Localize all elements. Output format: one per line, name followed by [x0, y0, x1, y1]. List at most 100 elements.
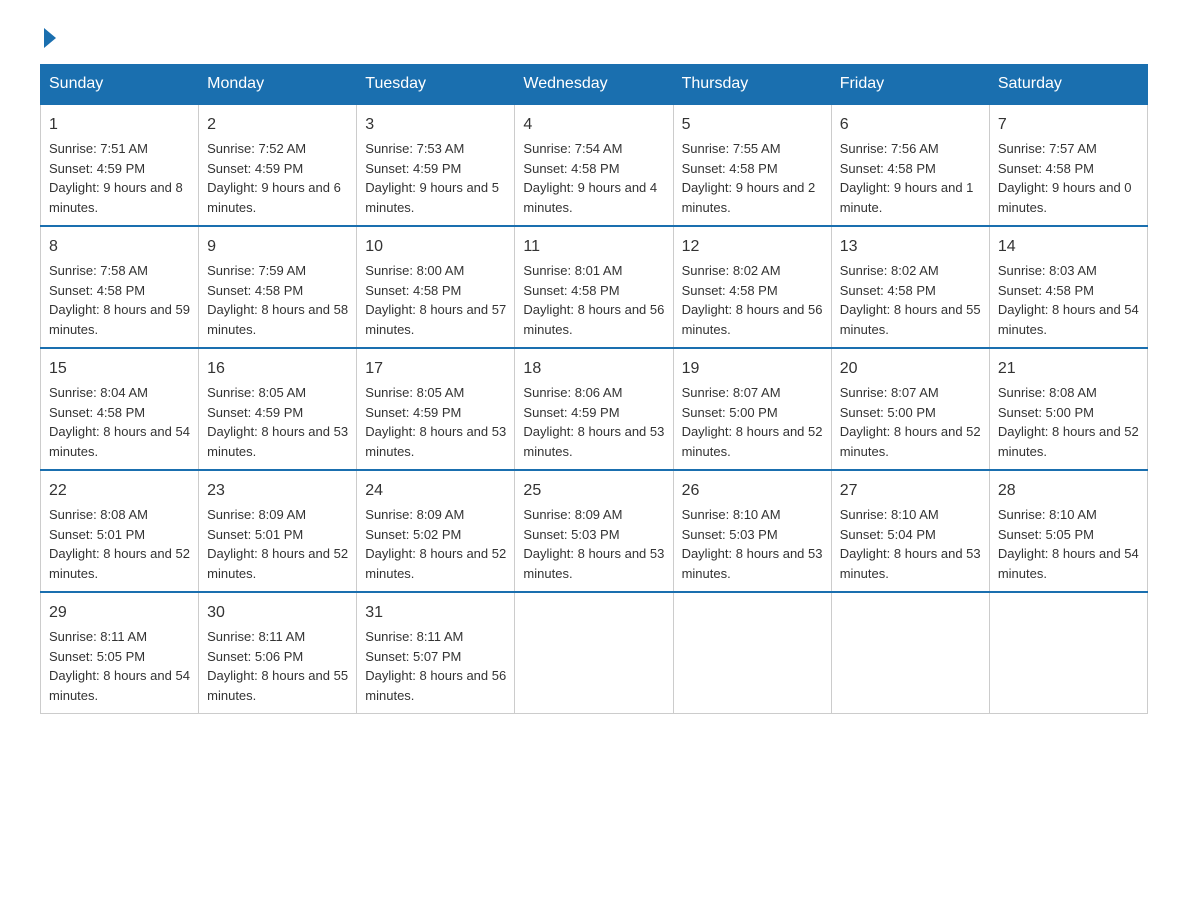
day-number: 16 [207, 357, 348, 381]
calendar-cell [831, 592, 989, 714]
calendar-cell [515, 592, 673, 714]
day-number: 29 [49, 601, 190, 625]
column-header-sunday: Sunday [41, 65, 199, 105]
day-number: 6 [840, 113, 981, 137]
calendar-cell: 18 Sunrise: 8:06 AMSunset: 4:59 PMDaylig… [515, 348, 673, 470]
calendar-cell: 12 Sunrise: 8:02 AMSunset: 4:58 PMDaylig… [673, 226, 831, 348]
calendar-cell: 21 Sunrise: 8:08 AMSunset: 5:00 PMDaylig… [989, 348, 1147, 470]
day-info: Sunrise: 7:57 AMSunset: 4:58 PMDaylight:… [998, 141, 1132, 215]
day-info: Sunrise: 7:54 AMSunset: 4:58 PMDaylight:… [523, 141, 657, 215]
day-number: 3 [365, 113, 506, 137]
day-number: 24 [365, 479, 506, 503]
day-info: Sunrise: 8:05 AMSunset: 4:59 PMDaylight:… [365, 385, 506, 459]
calendar-cell: 16 Sunrise: 8:05 AMSunset: 4:59 PMDaylig… [199, 348, 357, 470]
day-info: Sunrise: 8:02 AMSunset: 4:58 PMDaylight:… [840, 263, 981, 337]
day-info: Sunrise: 7:53 AMSunset: 4:59 PMDaylight:… [365, 141, 499, 215]
column-header-tuesday: Tuesday [357, 65, 515, 105]
day-info: Sunrise: 7:59 AMSunset: 4:58 PMDaylight:… [207, 263, 348, 337]
day-number: 11 [523, 235, 664, 259]
day-info: Sunrise: 8:09 AMSunset: 5:01 PMDaylight:… [207, 507, 348, 581]
calendar-cell: 24 Sunrise: 8:09 AMSunset: 5:02 PMDaylig… [357, 470, 515, 592]
day-info: Sunrise: 8:11 AMSunset: 5:07 PMDaylight:… [365, 629, 506, 703]
day-number: 26 [682, 479, 823, 503]
calendar-week-3: 15 Sunrise: 8:04 AMSunset: 4:58 PMDaylig… [41, 348, 1148, 470]
day-number: 31 [365, 601, 506, 625]
day-number: 5 [682, 113, 823, 137]
day-info: Sunrise: 8:03 AMSunset: 4:58 PMDaylight:… [998, 263, 1139, 337]
day-number: 18 [523, 357, 664, 381]
day-info: Sunrise: 7:56 AMSunset: 4:58 PMDaylight:… [840, 141, 974, 215]
column-header-wednesday: Wednesday [515, 65, 673, 105]
day-info: Sunrise: 7:58 AMSunset: 4:58 PMDaylight:… [49, 263, 190, 337]
day-number: 30 [207, 601, 348, 625]
calendar-cell: 15 Sunrise: 8:04 AMSunset: 4:58 PMDaylig… [41, 348, 199, 470]
calendar-body: 1 Sunrise: 7:51 AMSunset: 4:59 PMDayligh… [41, 104, 1148, 714]
calendar-cell: 17 Sunrise: 8:05 AMSunset: 4:59 PMDaylig… [357, 348, 515, 470]
calendar-cell: 19 Sunrise: 8:07 AMSunset: 5:00 PMDaylig… [673, 348, 831, 470]
day-number: 7 [998, 113, 1139, 137]
calendar-week-2: 8 Sunrise: 7:58 AMSunset: 4:58 PMDayligh… [41, 226, 1148, 348]
day-number: 1 [49, 113, 190, 137]
calendar-week-1: 1 Sunrise: 7:51 AMSunset: 4:59 PMDayligh… [41, 104, 1148, 226]
day-info: Sunrise: 8:09 AMSunset: 5:02 PMDaylight:… [365, 507, 506, 581]
day-info: Sunrise: 8:10 AMSunset: 5:03 PMDaylight:… [682, 507, 823, 581]
day-number: 13 [840, 235, 981, 259]
column-header-thursday: Thursday [673, 65, 831, 105]
calendar-cell [673, 592, 831, 714]
calendar-cell: 10 Sunrise: 8:00 AMSunset: 4:58 PMDaylig… [357, 226, 515, 348]
day-info: Sunrise: 8:04 AMSunset: 4:58 PMDaylight:… [49, 385, 190, 459]
calendar-cell: 29 Sunrise: 8:11 AMSunset: 5:05 PMDaylig… [41, 592, 199, 714]
day-info: Sunrise: 8:10 AMSunset: 5:04 PMDaylight:… [840, 507, 981, 581]
day-info: Sunrise: 8:05 AMSunset: 4:59 PMDaylight:… [207, 385, 348, 459]
day-number: 19 [682, 357, 823, 381]
day-number: 9 [207, 235, 348, 259]
calendar-cell: 25 Sunrise: 8:09 AMSunset: 5:03 PMDaylig… [515, 470, 673, 592]
day-info: Sunrise: 7:52 AMSunset: 4:59 PMDaylight:… [207, 141, 341, 215]
calendar-week-5: 29 Sunrise: 8:11 AMSunset: 5:05 PMDaylig… [41, 592, 1148, 714]
page-header [40, 30, 1148, 44]
calendar-cell: 9 Sunrise: 7:59 AMSunset: 4:58 PMDayligh… [199, 226, 357, 348]
calendar-cell: 4 Sunrise: 7:54 AMSunset: 4:58 PMDayligh… [515, 104, 673, 226]
calendar-cell [989, 592, 1147, 714]
day-number: 4 [523, 113, 664, 137]
day-info: Sunrise: 8:11 AMSunset: 5:06 PMDaylight:… [207, 629, 348, 703]
day-info: Sunrise: 8:09 AMSunset: 5:03 PMDaylight:… [523, 507, 664, 581]
day-number: 2 [207, 113, 348, 137]
calendar-cell: 22 Sunrise: 8:08 AMSunset: 5:01 PMDaylig… [41, 470, 199, 592]
day-number: 8 [49, 235, 190, 259]
day-info: Sunrise: 8:10 AMSunset: 5:05 PMDaylight:… [998, 507, 1139, 581]
calendar-cell: 13 Sunrise: 8:02 AMSunset: 4:58 PMDaylig… [831, 226, 989, 348]
day-number: 10 [365, 235, 506, 259]
calendar-cell: 2 Sunrise: 7:52 AMSunset: 4:59 PMDayligh… [199, 104, 357, 226]
day-info: Sunrise: 8:08 AMSunset: 5:00 PMDaylight:… [998, 385, 1139, 459]
calendar-cell: 8 Sunrise: 7:58 AMSunset: 4:58 PMDayligh… [41, 226, 199, 348]
day-info: Sunrise: 8:00 AMSunset: 4:58 PMDaylight:… [365, 263, 506, 337]
calendar-cell: 30 Sunrise: 8:11 AMSunset: 5:06 PMDaylig… [199, 592, 357, 714]
day-number: 15 [49, 357, 190, 381]
calendar-cell: 7 Sunrise: 7:57 AMSunset: 4:58 PMDayligh… [989, 104, 1147, 226]
day-number: 12 [682, 235, 823, 259]
logo [40, 30, 56, 44]
day-info: Sunrise: 8:06 AMSunset: 4:59 PMDaylight:… [523, 385, 664, 459]
column-header-monday: Monday [199, 65, 357, 105]
calendar-cell: 27 Sunrise: 8:10 AMSunset: 5:04 PMDaylig… [831, 470, 989, 592]
calendar-cell: 28 Sunrise: 8:10 AMSunset: 5:05 PMDaylig… [989, 470, 1147, 592]
day-number: 21 [998, 357, 1139, 381]
calendar-cell: 1 Sunrise: 7:51 AMSunset: 4:59 PMDayligh… [41, 104, 199, 226]
day-number: 23 [207, 479, 348, 503]
logo-arrow-icon [44, 28, 56, 48]
day-number: 17 [365, 357, 506, 381]
column-header-saturday: Saturday [989, 65, 1147, 105]
day-number: 27 [840, 479, 981, 503]
day-info: Sunrise: 8:02 AMSunset: 4:58 PMDaylight:… [682, 263, 823, 337]
calendar-table: SundayMondayTuesdayWednesdayThursdayFrid… [40, 64, 1148, 714]
calendar-cell: 11 Sunrise: 8:01 AMSunset: 4:58 PMDaylig… [515, 226, 673, 348]
column-header-friday: Friday [831, 65, 989, 105]
calendar-header-row: SundayMondayTuesdayWednesdayThursdayFrid… [41, 65, 1148, 105]
day-number: 22 [49, 479, 190, 503]
day-info: Sunrise: 8:07 AMSunset: 5:00 PMDaylight:… [682, 385, 823, 459]
day-number: 20 [840, 357, 981, 381]
calendar-cell: 14 Sunrise: 8:03 AMSunset: 4:58 PMDaylig… [989, 226, 1147, 348]
day-number: 28 [998, 479, 1139, 503]
calendar-cell: 23 Sunrise: 8:09 AMSunset: 5:01 PMDaylig… [199, 470, 357, 592]
